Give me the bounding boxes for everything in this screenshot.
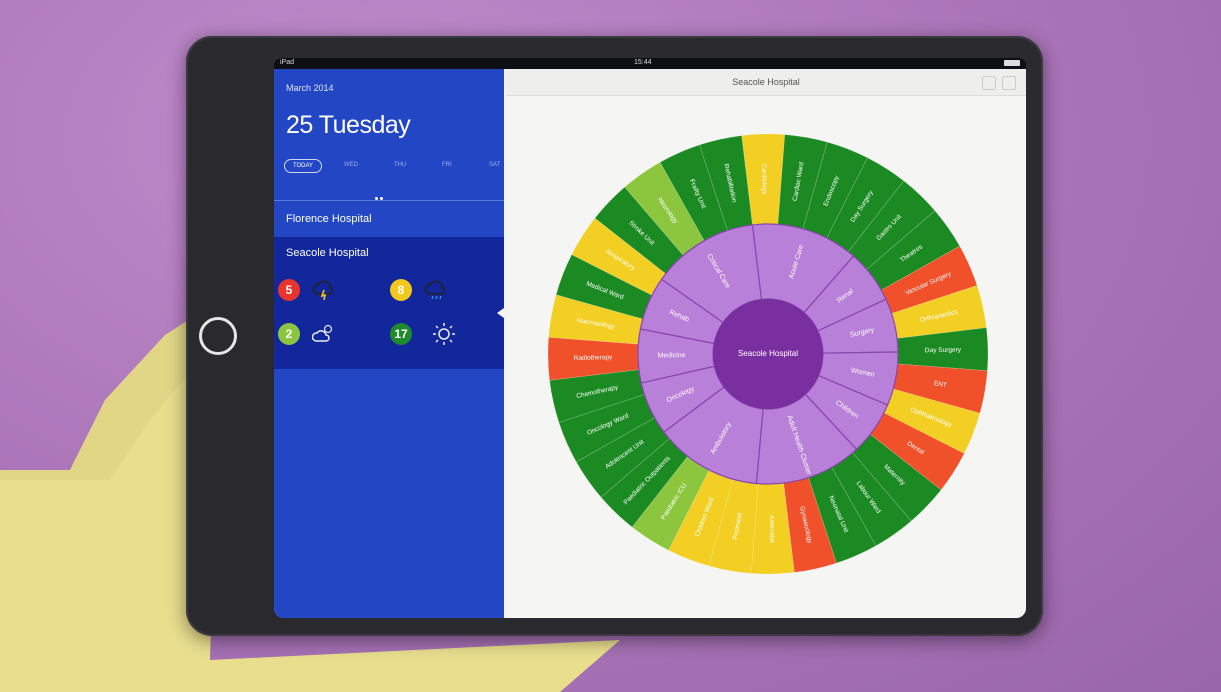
status-badge-green[interactable]: 17 [390, 323, 412, 345]
outer-segment-label: Antenatal [768, 515, 776, 543]
refresh-icon[interactable] [1002, 76, 1016, 90]
outer-segment-label: Day Surgery [925, 346, 962, 354]
day-tab-today[interactable]: TODAY [284, 159, 322, 173]
hospital-name: Florence Hospital [286, 213, 372, 225]
rain-cloud-icon [424, 280, 445, 300]
status-badge-yellow[interactable]: 8 [390, 279, 412, 301]
battery-icon [1004, 60, 1020, 66]
hospital-name: Seacole Hospital [286, 247, 369, 259]
sidebar: March 2014 25 Tuesday TODAY WED THU FRI … [274, 69, 504, 618]
list-icon[interactable] [982, 76, 996, 90]
month-label: March 2014 [286, 83, 334, 93]
date-heading: 25 Tuesday [286, 111, 411, 139]
hospital-item-florence[interactable]: Florence Hospital [274, 203, 504, 235]
hospital-item-seacole[interactable]: Seacole Hospital [274, 237, 504, 269]
status-badge-red[interactable]: 5 [278, 279, 300, 301]
outer-segment-label: Radiotherapy [574, 354, 614, 362]
home-button[interactable] [199, 317, 237, 355]
status-badge-lime[interactable]: 2 [278, 323, 300, 345]
partly-cloudy-icon [312, 324, 333, 342]
day-tab-sat[interactable]: SAT [489, 159, 500, 171]
carrier-label: iPad [280, 59, 295, 66]
sunburst-chart: Cardiology Cardiac Ward Endoscopy Day Surge… [547, 133, 989, 575]
tablet-screen: iPad 15:44 March 2014 25 Tuesday TODAY W… [274, 58, 1026, 618]
day-tab-thu[interactable]: THU [394, 159, 406, 171]
day-selector: TODAY WED THU FRI SAT [284, 159, 504, 173]
outer-segment-label: Cardiology [760, 163, 768, 195]
stats-panel: 5 8 2 17 [274, 269, 504, 369]
storm-cloud-icon [312, 280, 333, 301]
detail-pane: Seacole Hospital Cardiology Cardiac Ward E… [506, 69, 1026, 618]
divider [274, 200, 504, 201]
sunburst-center-label: Seacole Hospital [738, 349, 798, 358]
detail-title: Seacole Hospital [732, 77, 800, 87]
sun-icon [433, 323, 455, 345]
day-tab-fri[interactable]: FRI [442, 159, 452, 171]
page-indicator [375, 187, 387, 200]
inner-segment-label: Medicine [657, 352, 685, 359]
day-tab-wed[interactable]: WED [344, 159, 358, 171]
detail-header: Seacole Hospital [506, 69, 1026, 96]
status-bar: iPad 15:44 [274, 58, 1026, 69]
selection-notch [497, 308, 504, 318]
clock: 15:44 [634, 59, 652, 66]
